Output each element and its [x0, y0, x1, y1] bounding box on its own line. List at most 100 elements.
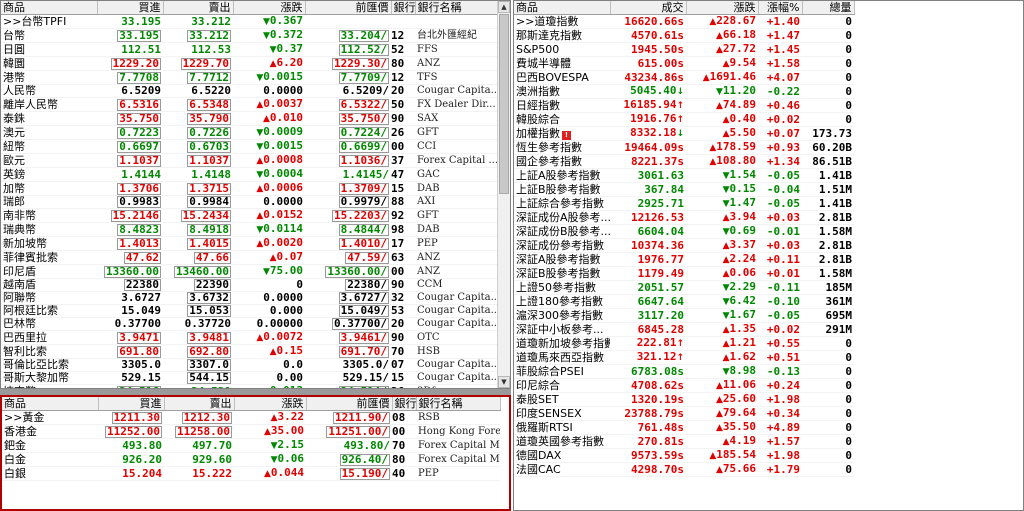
- prev-wrap: 8.4844/: [338, 223, 389, 236]
- column-header[interactable]: 商品: [514, 1, 611, 15]
- table-row[interactable]: 上証綜合參考指數 2925.71 ▼1.47 -0.05 1.41B: [514, 196, 854, 211]
- table-row[interactable]: 上証B股參考指數 367.84 ▼0.15 -0.04 1.51M: [514, 182, 854, 197]
- table-row[interactable]: 英鎊 1.4144 1.4148 ▼0.0004 1.4145/47 GAC: [1, 167, 499, 182]
- index-quote-panel[interactable]: 商品 成交 漲跌 漲幅% 總量 >>道瓊指數 16620.66s ▲228.67 +1.40 0…: [513, 0, 1024, 511]
- table-row[interactable]: 日圓 112.51 112.53 ▼0.37 112.52/52 FFS: [1, 42, 499, 57]
- table-row[interactable]: 法國CAC 4298.70s ▲75.66 +1.79 0: [514, 462, 854, 477]
- table-row[interactable]: 巴西里拉 3.9471 3.9481 ▲0.0072 3.9461/90 OTC: [1, 330, 499, 345]
- column-header[interactable]: 銀行名稱: [415, 1, 500, 15]
- table-row[interactable]: >>道瓊指數 16620.66s ▲228.67 +1.40 0: [514, 14, 854, 29]
- table-row[interactable]: 印尼盾 13360.00 13460.00 ▼75.00 13360.00/00 ANZ: [1, 264, 499, 279]
- table-row[interactable]: 南非幣 15.2146 15.2434 ▲0.0152 15.2203/92 GFT: [1, 208, 499, 223]
- table-row[interactable]: 深証A股參考指數 1976.77 ▲2.24 +0.11 2.81B: [514, 252, 854, 267]
- table-row[interactable]: 韓股綜合 1916.76↑ ▲0.40 +0.02 0: [514, 112, 854, 127]
- table-row[interactable]: 深証成份B股參考... 6604.04 ▼0.69 -0.01 1.58M: [514, 224, 854, 239]
- column-header[interactable]: 買進: [98, 397, 165, 411]
- column-header[interactable]: 成交: [610, 1, 687, 15]
- table-row[interactable]: 離岸人民幣 6.5316 6.5348 ▲0.0037 6.5322/50 FX Deal…: [1, 97, 499, 112]
- column-header[interactable]: 買進: [97, 1, 164, 15]
- table-row[interactable]: 台幣 33.195 33.212 ▼0.372 33.204/12 台北外匯經紀: [1, 28, 499, 43]
- column-header[interactable]: 漲跌: [686, 1, 759, 15]
- column-header[interactable]: 銀行: [392, 397, 417, 411]
- table-row[interactable]: 深証成份A股參考... 12126.53 ▲3.94 +0.03 2.81B: [514, 210, 854, 225]
- table-row[interactable]: 港幣 7.7708 7.7712 ▼0.0015 7.7709/12 TFS: [1, 70, 499, 85]
- column-header[interactable]: 前匯價: [306, 397, 393, 411]
- alert-badge-icon[interactable]: !: [562, 130, 571, 140]
- table-row[interactable]: 費城半導體 615.00s ▲9.54 +1.58 0: [514, 56, 854, 71]
- pct-cell: -0.01: [758, 224, 802, 239]
- table-row[interactable]: 俄羅斯RTSI 761.48s ▲35.50 +4.89 0: [514, 420, 854, 435]
- column-header[interactable]: 銀行名稱: [416, 397, 501, 411]
- table-row[interactable]: S&P500 1945.50s ▲27.72 +1.45 0: [514, 42, 854, 57]
- table-row[interactable]: 越南盾 22380 22390 0 22380/90 CCM: [1, 278, 499, 292]
- table-row[interactable]: 深証B股參考指數 1179.49 ▲0.06 +0.01 1.58M: [514, 266, 854, 281]
- table-row[interactable]: 國企參考指數 8221.37s ▲108.80 +1.34 86.51B: [514, 154, 854, 169]
- scroll-thumb[interactable]: [499, 14, 509, 194]
- table-row[interactable]: 印尼綜合 4708.62s ▲11.06 +0.24 0: [514, 378, 854, 393]
- table-row[interactable]: 加幣 1.3706 1.3715 ▲0.0006 1.3709/15 DAB: [1, 181, 499, 196]
- table-row[interactable]: 歐元 1.1037 1.1037 ▲0.0008 1.1036/37 Forex Capi…: [1, 153, 499, 168]
- volume-value: 361M: [825, 294, 853, 308]
- prev-value: 6.5209: [342, 84, 383, 97]
- table-row[interactable]: 泰銖 35.750 35.790 ▲0.010 35.750/90 SAX: [1, 111, 499, 126]
- table-row[interactable]: 泰股SET 1320.19s ▲25.60 +1.98 0: [514, 392, 854, 407]
- table-row[interactable]: 澳洲指數 5045.40↓ ▼11.20 -0.22 0: [514, 84, 854, 99]
- table-row[interactable]: 新加坡幣 1.4013 1.4015 ▲0.0020 1.4010/17 PEP: [1, 236, 499, 251]
- table-row[interactable]: 紐幣 0.6697 0.6703 ▼0.0015 0.6699/00 CCI: [1, 139, 499, 154]
- column-header[interactable]: 前匯價: [305, 1, 392, 15]
- table-row[interactable]: 韓圜 1229.20 1229.70 ▲6.20 1229.30/80 ANZ: [1, 56, 499, 71]
- table-row[interactable]: 香港金 11252.00 11258.00 ▲35.00 11251.00/00 Hong…: [2, 424, 500, 439]
- table-row[interactable]: 白金 926.20 929.60 ▼0.06 926.40/80 Forex Capita…: [2, 452, 500, 467]
- table-row[interactable]: 上證180參考指數 6647.64 ▼6.42 -0.10 361M: [514, 294, 854, 309]
- row-name: 泰股SET: [514, 392, 610, 407]
- table-row[interactable]: >>台幣TPFI 33.195 33.212 ▼0.367: [1, 14, 499, 29]
- column-header[interactable]: 賣出: [163, 1, 234, 15]
- table-row[interactable]: 白銀 15.204 15.222 ▲0.044 15.190/40 PEP: [2, 466, 500, 481]
- fx-scrollbar[interactable]: ▲ ▼: [497, 1, 510, 388]
- volume-cell: 0: [802, 350, 854, 365]
- table-row[interactable]: 恆生參考指數 19464.09s ▲178.59 +0.93 60.20B: [514, 140, 854, 155]
- column-header[interactable]: 漲跌: [234, 397, 307, 411]
- column-header[interactable]: 銀行: [391, 1, 416, 15]
- metal-quote-panel[interactable]: 商品 買進 賣出 漲跌 前匯價 銀行 銀行名稱 >>黃金 1211.30 1212.30 ▲3.2…: [0, 395, 511, 511]
- table-row[interactable]: 那斯達克指數 4570.61s ▲66.18 +1.47 0: [514, 28, 854, 43]
- table-row[interactable]: 菲股綜合PSEI 6783.08s ▼8.98 -0.13 0: [514, 364, 854, 379]
- column-header[interactable]: 商品: [1, 1, 98, 15]
- table-row[interactable]: 阿根廷比索 15.049 15.053 0.000 15.049/53 Cougar Ca…: [1, 304, 499, 318]
- column-header[interactable]: 漲跌: [233, 1, 306, 15]
- table-row[interactable]: 澳元 0.7223 0.7226 ▼0.0009 0.7224/26 GFT: [1, 125, 499, 140]
- table-row[interactable]: 深証成份參考指數 10374.36 ▲3.37 +0.03 2.81B: [514, 238, 854, 253]
- table-row[interactable]: 滬深300參考指數 3117.20 ▼1.67 -0.05 695M: [514, 308, 854, 323]
- price-cell: 222.81↑: [610, 336, 686, 351]
- table-row[interactable]: 鈀金 493.80 497.70 ▼2.15 493.80/70 Forex Capita…: [2, 438, 500, 453]
- table-row[interactable]: 深証中小板參考... 6845.28 ▲1.35 +0.02 291M: [514, 322, 854, 337]
- table-row[interactable]: 瑞郎 0.9983 0.9984 0.0000 0.9979/88 AXI: [1, 195, 499, 209]
- table-row[interactable]: 印度SENSEX 23788.79s ▲79.64 +0.34 0: [514, 406, 854, 421]
- table-row[interactable]: 瑞典幣 8.4823 8.4918 ▼0.0114 8.4844/98 DAB: [1, 222, 499, 237]
- scroll-up-arrow-icon[interactable]: ▲: [498, 1, 510, 13]
- table-row[interactable]: 日經指數 16185.94↑ ▲74.89 +0.46 0: [514, 98, 854, 113]
- ask-cell: 47.66: [163, 250, 233, 265]
- table-row[interactable]: >>黃金 1211.30 1212.30 ▲3.22 1211.90/08 RSB: [2, 410, 500, 425]
- table-row[interactable]: 德國DAX 9573.59s ▲185.54 +1.98 0: [514, 448, 854, 463]
- column-header[interactable]: 商品: [2, 397, 99, 411]
- table-row[interactable]: 阿聯幣 3.6727 3.6732 0.0000 3.6727/32 Cougar Cap…: [1, 291, 499, 305]
- table-row[interactable]: 人民幣 6.5209 6.5220 0.0000 6.5209/20 Cougar Cap…: [1, 84, 499, 98]
- table-row[interactable]: 巴林幣 0.37700 0.37720 0.00000 0.37700/20 Cougar…: [1, 317, 499, 331]
- table-row[interactable]: 道瓊馬來西亞指數 321.12↑ ▲1.62 +0.51 0: [514, 350, 854, 365]
- table-row[interactable]: 菲律賓批索 47.62 47.66 ▲0.07 47.59/63 ANZ: [1, 250, 499, 265]
- column-header[interactable]: 總量: [802, 1, 855, 15]
- column-header[interactable]: 漲幅%: [758, 1, 803, 15]
- scroll-down-arrow-icon[interactable]: ▼: [498, 376, 510, 388]
- table-row[interactable]: 哥倫比亞比索 3305.0 3307.0 0.0 3305.0/07 Cougar Cap…: [1, 358, 499, 372]
- table-row[interactable]: 上証A股參考指數 3061.63 ▼1.54 -0.05 1.41B: [514, 168, 854, 183]
- table-row[interactable]: 道瓊英國參考指數 270.81s ▲4.19 +1.57 0: [514, 434, 854, 449]
- fx-quote-panel[interactable]: 商品 買進 賣出 漲跌 前匯價 銀行 銀行名稱 >>台幣TPFI 33.195 33.212 ▼0…: [0, 0, 511, 389]
- table-row[interactable]: 上證50參考指數 2051.57 ▼2.29 -0.11 185M: [514, 280, 854, 295]
- table-row[interactable]: 道瓊新加坡參考指數 222.81↑ ▲1.21 +0.55 0: [514, 336, 854, 351]
- table-row[interactable]: 巴西BOVESPA 43234.86s ▲1691.46 +4.07 0: [514, 70, 854, 85]
- table-row[interactable]: 加權指數! 8332.18↓ ▲5.50 +0.07 173.73: [514, 126, 854, 141]
- table-row[interactable]: 智利比索 691.80 692.80 ▲0.15 691.70/70 HSB: [1, 344, 499, 359]
- column-header[interactable]: 賣出: [164, 397, 235, 411]
- table-row[interactable]: 哥斯大黎加幣 529.15 544.15 0.00 529.15/15 Cougar Ca…: [1, 371, 499, 385]
